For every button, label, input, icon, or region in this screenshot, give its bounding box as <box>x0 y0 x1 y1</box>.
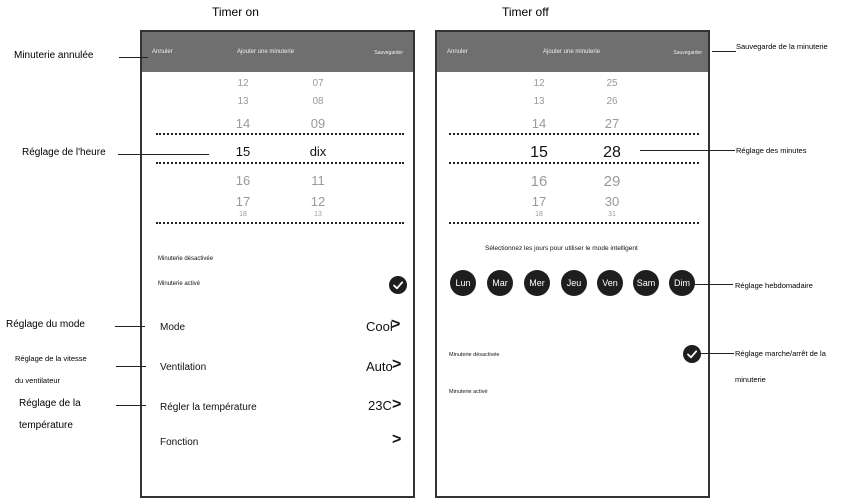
timer-disabled-option[interactable]: Minuterie désactivée <box>449 352 499 358</box>
hour-option[interactable]: 12 <box>237 78 248 89</box>
annotation-time: Réglage de l'heure <box>22 147 106 158</box>
caption-timer-off: Timer off <box>502 5 549 19</box>
minute-option[interactable]: 12 <box>311 194 325 209</box>
chevron-right-icon[interactable]: > <box>392 396 401 414</box>
timer-off-screen: Annuler Ajouter une minuterie Sauvegarde… <box>435 30 710 498</box>
annotation-onoff-line2: minuterie <box>735 375 766 384</box>
hour-option[interactable]: 13 <box>533 96 544 107</box>
annotation-weekly: Réglage hebdomadaire <box>735 281 813 290</box>
minute-option[interactable]: 07 <box>312 78 323 89</box>
mode-row-label[interactable]: Mode <box>160 322 185 333</box>
minute-option[interactable]: 09 <box>311 116 325 131</box>
picker-divider <box>449 222 699 224</box>
annotation-mode: Réglage du mode <box>6 319 85 330</box>
app-header: Annuler Ajouter une minuterie Sauvegarde… <box>437 32 708 72</box>
day-saturday-button[interactable]: Sam <box>633 270 659 296</box>
hour-option[interactable]: 12 <box>533 78 544 89</box>
hour-option[interactable]: 17 <box>236 194 250 209</box>
hour-option[interactable]: 14 <box>532 116 546 131</box>
leader-line <box>115 326 145 327</box>
selection-divider <box>449 133 699 135</box>
hour-option[interactable]: 17 <box>532 194 546 209</box>
function-row-label[interactable]: Fonction <box>160 437 198 448</box>
selected-minute[interactable]: 28 <box>603 144 621 162</box>
leader-line <box>116 405 146 406</box>
minute-option[interactable]: 08 <box>312 96 323 107</box>
minute-option[interactable]: 30 <box>605 194 619 209</box>
mode-value[interactable]: Cool <box>366 319 393 334</box>
checkmark-icon[interactable] <box>683 345 701 363</box>
chevron-right-icon[interactable]: > <box>391 316 400 334</box>
annotation-temperature-line1: Réglage de la <box>19 398 81 409</box>
day-monday-button[interactable]: Lun <box>450 270 476 296</box>
checkmark-icon[interactable] <box>389 276 407 294</box>
annotation-cancel: Minuterie annulée <box>14 50 94 61</box>
chevron-right-icon[interactable]: > <box>392 431 401 449</box>
leader-line <box>119 57 148 58</box>
hour-option[interactable]: 13 <box>237 96 248 107</box>
selection-divider <box>449 162 699 164</box>
selection-divider <box>156 133 404 135</box>
annotation-temperature-line2: température <box>19 420 73 431</box>
selected-hour[interactable]: 15 <box>236 144 250 159</box>
selected-hour[interactable]: 15 <box>530 144 548 162</box>
minute-option[interactable]: 25 <box>606 78 617 89</box>
day-friday-button[interactable]: Ven <box>597 270 623 296</box>
minute-option[interactable]: 29 <box>604 173 621 190</box>
leader-line <box>693 284 733 285</box>
day-tuesday-button[interactable]: Mar <box>487 270 513 296</box>
save-button[interactable]: Sauvegarder <box>673 50 702 56</box>
minute-option[interactable]: 13 <box>314 211 322 218</box>
header-title: Ajouter une minuterie <box>237 49 295 55</box>
app-header: Annuler Ajouter une minuterie Sauvegarde… <box>142 32 413 72</box>
hour-option[interactable]: 18 <box>535 211 543 218</box>
selected-minute[interactable]: dix <box>310 144 327 159</box>
hour-option[interactable]: 16 <box>236 173 250 188</box>
annotation-minutes: Réglage des minutes <box>736 146 807 155</box>
annotation-fan-line2: du ventilateur <box>15 376 61 385</box>
save-button[interactable]: Sauvegarder <box>374 50 403 56</box>
smart-days-prompt: Sélectionnez les jours pour utiliser le … <box>485 245 638 252</box>
fan-value[interactable]: Auto <box>366 359 393 374</box>
picker-divider <box>156 222 404 224</box>
annotation-onoff-line1: Réglage marche/arrêt de la <box>735 349 826 358</box>
cancel-button[interactable]: Annuler <box>152 49 173 55</box>
timer-disabled-option[interactable]: Minuterie désactivée <box>158 256 213 262</box>
day-thursday-button[interactable]: Jeu <box>561 270 587 296</box>
minute-option[interactable]: 27 <box>605 116 619 131</box>
leader-line <box>116 366 146 367</box>
leader-line <box>118 154 209 155</box>
minute-option[interactable]: 11 <box>311 173 325 188</box>
leader-line <box>640 150 735 151</box>
annotation-save: Sauvegarde de la minuterie <box>736 42 828 51</box>
minute-option[interactable]: 31 <box>608 211 616 218</box>
header-title: Ajouter une minuterie <box>543 49 601 55</box>
hour-option[interactable]: 14 <box>236 116 250 131</box>
fan-row-label[interactable]: Ventilation <box>160 362 206 373</box>
timer-enabled-option[interactable]: Minuterie activé <box>449 389 488 395</box>
timer-on-screen: Annuler Ajouter une minuterie Sauvegarde… <box>140 30 415 498</box>
cancel-button[interactable]: Annuler <box>447 49 468 55</box>
leader-line <box>700 353 734 354</box>
day-wednesday-button[interactable]: Mer <box>524 270 550 296</box>
day-sunday-button[interactable]: Dim <box>669 270 695 296</box>
annotation-fan-line1: Réglage de la vitesse <box>15 354 87 363</box>
minute-option[interactable]: 26 <box>606 96 617 107</box>
chevron-right-icon[interactable]: > <box>392 356 401 374</box>
timer-enabled-option[interactable]: Minuterie activé <box>158 281 200 287</box>
leader-line <box>712 51 736 52</box>
hour-option[interactable]: 18 <box>239 211 247 218</box>
hour-option[interactable]: 16 <box>531 173 548 190</box>
caption-timer-on: Timer on <box>212 5 259 19</box>
temperature-value[interactable]: 23C <box>368 398 392 413</box>
selection-divider <box>156 162 404 164</box>
temperature-row-label[interactable]: Régler la température <box>160 402 257 413</box>
